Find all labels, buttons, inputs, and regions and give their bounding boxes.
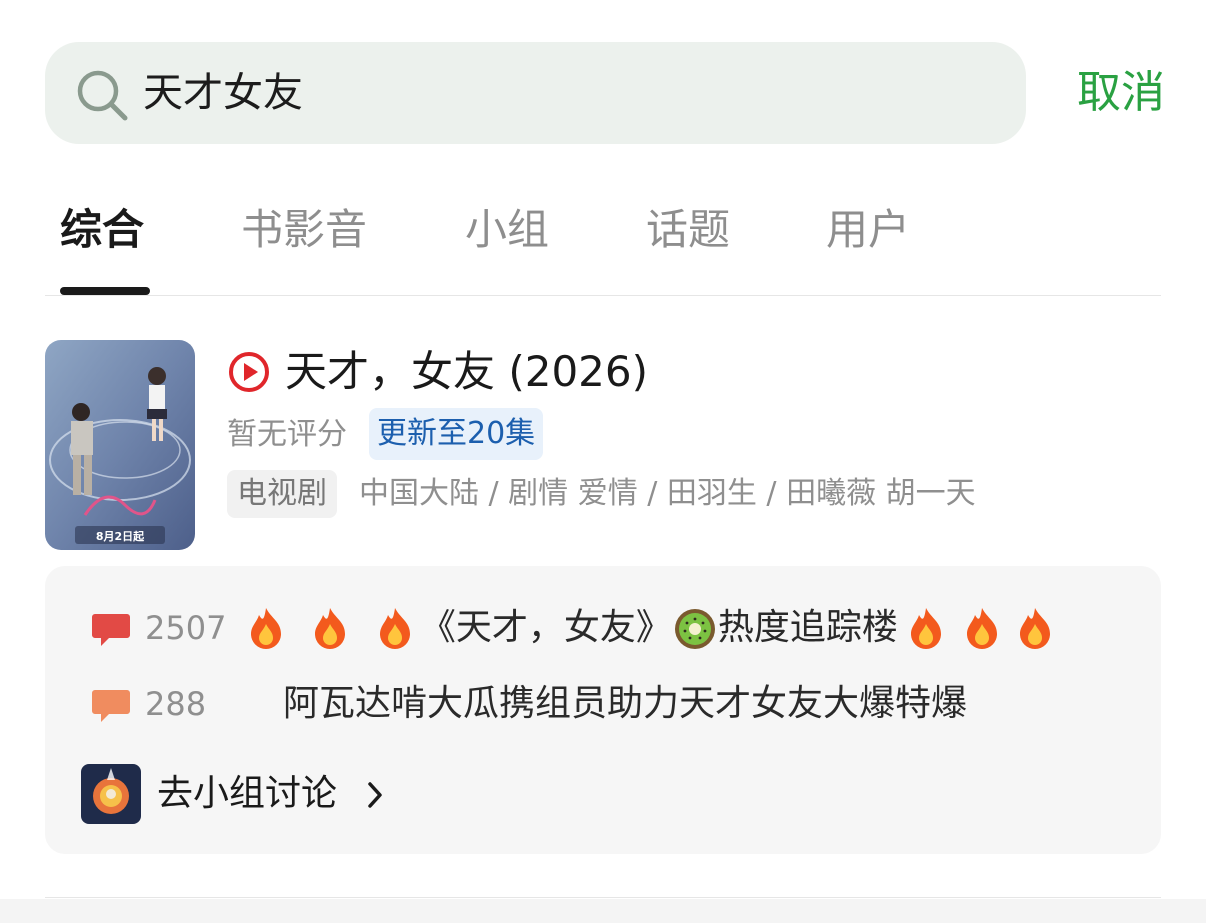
topic-reply-count: 2507 — [145, 609, 227, 647]
group-avatar — [81, 764, 141, 824]
tab-users[interactable]: 用户 — [826, 200, 910, 260]
result-meta: 中国大陆 / 剧情 爱情 / 田羽生 / 田曦薇 胡一天 — [359, 476, 976, 511]
search-box[interactable] — [45, 42, 1026, 144]
tab-overview[interactable]: 综合 — [60, 200, 144, 260]
play-icon — [229, 352, 269, 392]
update-badge: 更新至20集 — [369, 408, 544, 460]
go-to-group-label: 去小组讨论 — [157, 773, 338, 814]
poster-caption: 8月2日起 — [96, 529, 145, 543]
bottom-background — [0, 899, 1206, 923]
search-bar: 取消 — [45, 42, 1165, 144]
tab-books-movies-music[interactable]: 书影音 — [241, 200, 367, 260]
kiwi-icon — [674, 609, 715, 649]
topic-row[interactable]: 288 阿瓦达啃大瓜携组员助力天才女友大爆特爆 — [91, 676, 1131, 732]
comment-icon — [92, 690, 130, 722]
group-discussion-card: 2507 《天才，女友》 热度追踪楼 288 阿瓦达啃大瓜携组员助力天才女友大爆特… — [45, 566, 1161, 854]
tab-topics[interactable]: 话题 — [646, 200, 730, 260]
fire-icon — [910, 608, 941, 649]
topic-title-text: 《天才，女友》 — [419, 607, 672, 648]
result-title[interactable]: 天才，女友 (2026) — [285, 342, 648, 402]
rating-text: 暂无评分 — [227, 417, 347, 452]
search-result-item[interactable]: 8月2日起 天才，女友 (2026) 暂无评分 更新至20集 电视剧 中国大陆 … — [45, 340, 1161, 552]
topic-title[interactable]: 阿瓦达啃大瓜携组员助力天才女友大爆特爆 — [283, 676, 967, 732]
comment-icon — [92, 614, 130, 646]
type-badge: 电视剧 — [227, 470, 337, 518]
topic-title[interactable]: 《天才，女友》 热度追踪楼 — [241, 600, 1060, 656]
cancel-button[interactable]: 取消 — [1065, 64, 1165, 122]
fire-icon — [379, 608, 410, 649]
search-input[interactable] — [143, 64, 1003, 122]
poster-image[interactable]: 8月2日起 — [45, 340, 195, 550]
fire-icon — [966, 608, 997, 649]
topic-reply-count: 288 — [145, 685, 207, 723]
divider — [45, 897, 1161, 898]
chevron-right-icon — [368, 782, 382, 808]
go-to-group-link[interactable]: 去小组讨论 — [81, 764, 411, 826]
topic-title-suffix: 热度追踪楼 — [717, 607, 898, 648]
active-tab-indicator — [60, 287, 150, 295]
tab-bar: 综合 书影音 小组 话题 用户 — [45, 180, 1161, 296]
fire-icon — [251, 608, 281, 649]
tab-groups[interactable]: 小组 — [465, 200, 549, 260]
fire-icon — [1019, 608, 1050, 649]
topic-row[interactable]: 2507 《天才，女友》 热度追踪楼 — [91, 600, 1131, 656]
search-icon — [77, 70, 128, 121]
fire-icon — [315, 608, 346, 649]
